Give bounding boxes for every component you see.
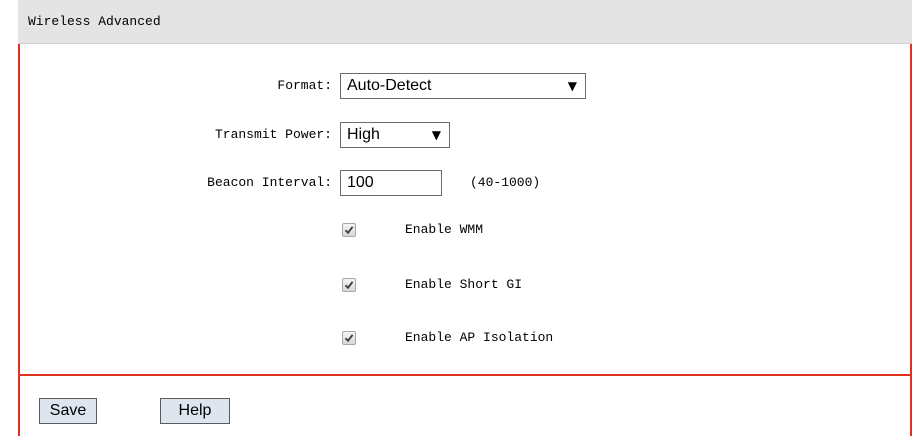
transmit-power-select[interactable]: High ▼ [340,122,450,148]
format-select-value: Auto-Detect [347,77,432,94]
dropdown-arrow-icon: ▼ [567,79,577,93]
enable-short-gi-label: Enable Short GI [405,277,523,292]
enable-ap-isolation-label: Enable AP Isolation [405,330,554,345]
enable-short-gi-checkbox[interactable] [342,278,356,292]
format-select[interactable]: Auto-Detect ▼ [340,73,586,99]
checkmark-icon [344,334,354,343]
checkmark-icon [344,226,354,235]
save-button[interactable]: Save [39,398,97,424]
help-button[interactable]: Help [160,398,230,424]
panel-footer: Save Help [18,376,912,436]
dropdown-arrow-icon: ▼ [431,128,441,142]
enable-ap-isolation-checkbox[interactable] [342,331,356,345]
panel-title: Wireless Advanced [28,14,161,29]
transmit-power-label: Transmit Power: [214,127,332,142]
enable-wmm-label: Enable WMM [405,222,484,237]
beacon-interval-range-hint: (40-1000) [470,175,541,190]
panel-header: Wireless Advanced [18,0,912,44]
checkmark-icon [344,281,354,290]
enable-wmm-checkbox[interactable] [342,223,356,237]
settings-form: Format: Auto-Detect ▼ Transmit Power: Hi… [18,44,912,376]
wireless-advanced-panel: Wireless Advanced Format: Auto-Detect ▼ … [18,0,912,436]
format-label: Format: [277,78,332,93]
transmit-power-select-value: High [347,126,380,143]
beacon-interval-label: Beacon Interval: [207,175,332,190]
beacon-interval-value: 100 [347,174,374,191]
beacon-interval-input[interactable]: 100 [340,170,442,196]
